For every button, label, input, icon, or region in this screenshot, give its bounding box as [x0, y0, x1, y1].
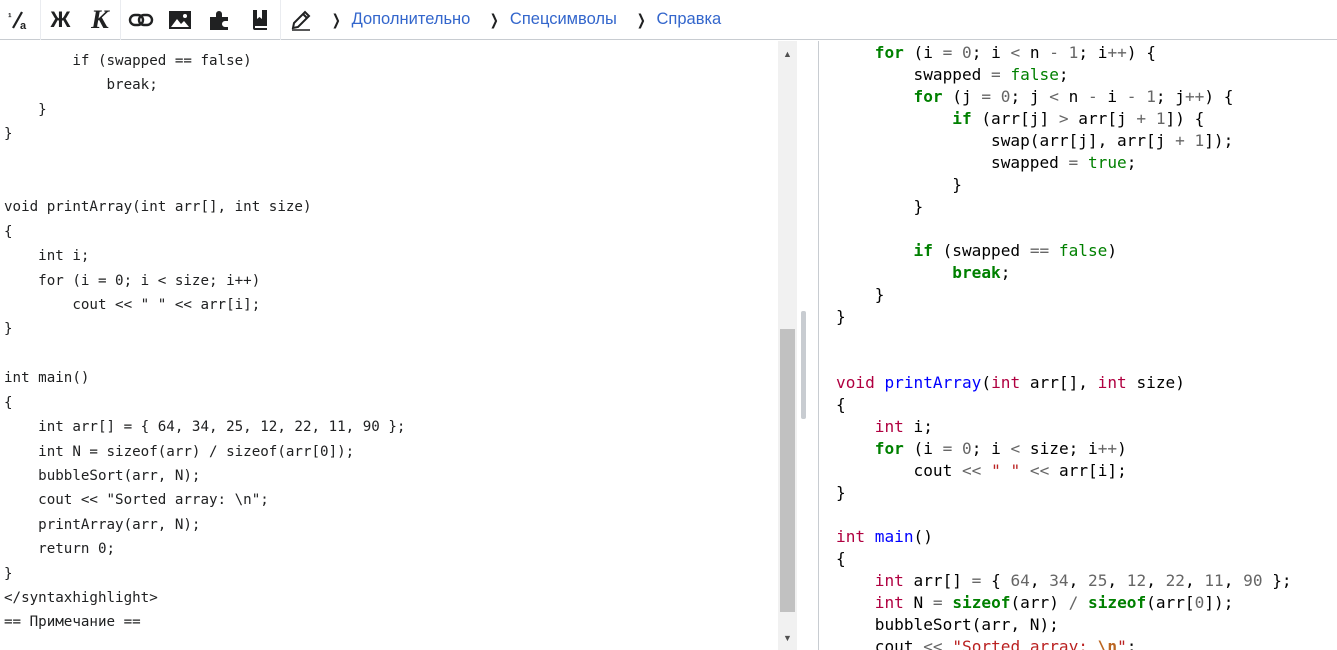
scroll-up-icon[interactable]: ▲	[778, 45, 797, 62]
italic-icon: К	[91, 4, 109, 34]
pane-divider[interactable]	[797, 41, 819, 650]
menu-help[interactable]: ❯ Справка	[625, 0, 729, 40]
book-icon	[253, 9, 267, 30]
image-icon	[169, 10, 191, 29]
italic-button[interactable]: К	[80, 0, 120, 40]
preview-code: for (i = 0; i < n - 1; i++) { swapped = …	[836, 43, 1292, 650]
menu-special-chars[interactable]: ❯ Спецсимволы	[478, 0, 625, 40]
edit-button[interactable]	[280, 0, 320, 40]
wikitext-editor[interactable]: if (swapped == false) break; } } void pr…	[0, 41, 778, 650]
template-button[interactable]	[200, 0, 240, 40]
menu-special-chars-label: Спецсимволы	[509, 10, 617, 28]
menu-help-label: Справка	[656, 10, 722, 28]
chevron-right-icon: ❯	[331, 11, 341, 29]
menu-advanced-label: Дополнительно	[351, 10, 471, 28]
chevron-right-icon: ❯	[490, 11, 500, 29]
chevron-right-icon: ❯	[636, 11, 646, 29]
bold-button[interactable]: Ж	[40, 0, 80, 40]
reference-button[interactable]	[240, 0, 280, 40]
svg-text:a: a	[20, 20, 27, 31]
scroll-down-icon[interactable]: ▼	[778, 629, 797, 646]
format-glyph-icon: ¹ a	[8, 10, 27, 31]
menu-advanced[interactable]: ❯ Дополнительно	[320, 0, 478, 40]
bold-icon: Ж	[50, 6, 71, 32]
scrollbar-thumb[interactable]	[780, 329, 795, 612]
format-icon[interactable]: ¹ a	[0, 0, 40, 40]
editor-textarea[interactable]: if (swapped == false) break; } } void pr…	[0, 41, 778, 635]
editor-scrollbar[interactable]: ▲ ▼	[778, 41, 797, 650]
image-button[interactable]	[160, 0, 200, 40]
editor-toolbar: ¹ a Ж К ❯ Дополнительно ❯ Спецсимволы ❯ …	[0, 0, 1337, 40]
preview-pane: for (i = 0; i < n - 1; i++) { swapped = …	[820, 41, 1337, 650]
puzzle-icon	[210, 10, 228, 30]
resize-handle[interactable]	[801, 311, 806, 419]
pencil-icon	[291, 10, 310, 31]
link-icon	[128, 13, 153, 26]
svg-text:¹: ¹	[8, 12, 12, 24]
link-button[interactable]	[120, 0, 160, 40]
